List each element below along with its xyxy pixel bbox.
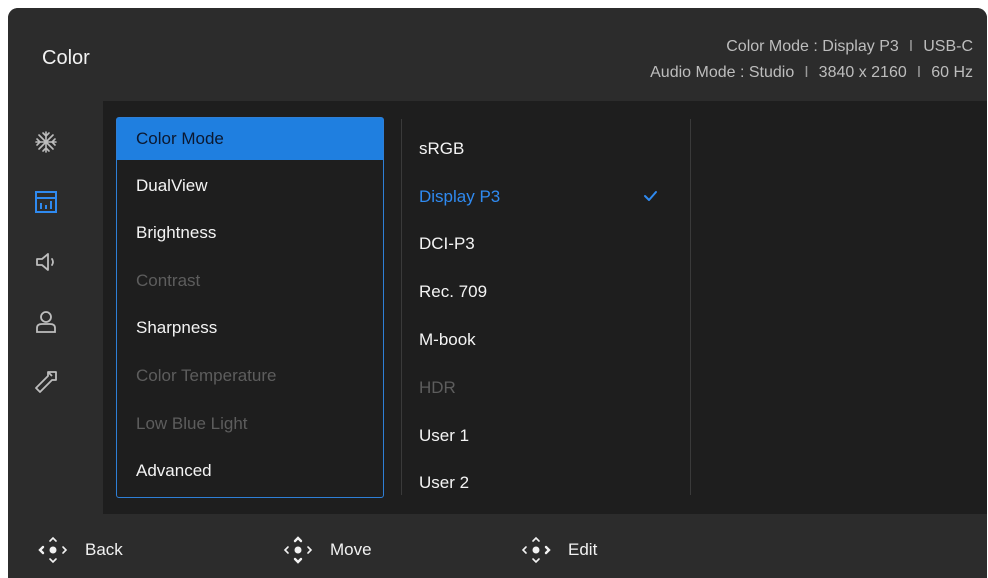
sidebar (8, 101, 103, 514)
osd-window: Color Color Mode : Display P3 I USB-C Audi… (8, 8, 987, 578)
option-label: DCI-P3 (419, 234, 475, 253)
menu-item-label: Sharpness (136, 318, 218, 337)
user-icon[interactable] (32, 308, 60, 336)
option-m-book[interactable]: M-book (419, 325, 659, 355)
option-label: sRGB (419, 139, 465, 158)
back-button[interactable]: Back (33, 534, 123, 566)
status-info: Color Mode : Display P3 I USB-C Audio Mode… (650, 34, 973, 86)
menu-item-color-mode[interactable]: Color Mode (117, 118, 383, 160)
option-hdr: HDR (419, 373, 659, 403)
option-label: HDR (419, 378, 456, 397)
footer: Back Move Edit (8, 514, 987, 578)
color-menu: Color Mode DualView Brightness Contrast … (116, 117, 384, 498)
divider (401, 119, 402, 495)
option-user-1[interactable]: User 1 (419, 421, 659, 451)
main-panel: Color Mode DualView Brightness Contrast … (103, 101, 987, 514)
menu-item-low-blue-light: Low Blue Light (117, 403, 383, 445)
separator: I (916, 64, 922, 81)
status-line-2: Audio Mode : Studio I 3840 x 2160 I 60 Hz (650, 60, 973, 86)
edit-button[interactable]: Edit (516, 534, 597, 566)
joystick-right-icon (521, 536, 551, 564)
option-rec709[interactable]: Rec. 709 (419, 277, 659, 307)
refresh-rate-status: 60 Hz (931, 64, 973, 81)
option-label: Rec. 709 (419, 282, 488, 301)
checkmark-icon (641, 187, 659, 210)
menu-item-label: Color Mode (136, 129, 224, 148)
page-title: Color (42, 47, 90, 69)
status-line-1: Color Mode : Display P3 I USB-C (650, 34, 973, 60)
menu-item-advanced[interactable]: Advanced (117, 450, 383, 492)
edit-label: Edit (568, 540, 598, 559)
menu-item-contrast: Contrast (117, 260, 383, 302)
menu-item-sharpness[interactable]: Sharpness (117, 307, 383, 349)
option-label: User 2 (419, 473, 470, 492)
option-user-2[interactable]: User 2 (419, 468, 659, 498)
joystick-left-icon (38, 536, 68, 564)
joystick-up-down-icon (283, 536, 313, 564)
menu-item-label: DualView (136, 176, 208, 195)
option-display-p3[interactable]: Display P3 (419, 182, 659, 212)
option-label: Display P3 (419, 187, 501, 206)
menu-item-label: Brightness (136, 223, 217, 242)
resolution-status: 3840 x 2160 (818, 64, 907, 81)
wrench-icon[interactable] (32, 368, 60, 396)
menu-item-brightness[interactable]: Brightness (117, 212, 383, 254)
sparkle-icon[interactable] (32, 128, 60, 156)
move-button[interactable]: Move (278, 534, 372, 566)
separator: I (804, 64, 809, 81)
menu-item-label: Color Temperature (136, 366, 277, 385)
menu-item-color-temperature: Color Temperature (117, 355, 383, 397)
option-dci-p3[interactable]: DCI-P3 (419, 229, 659, 259)
menu-item-label: Advanced (136, 461, 212, 480)
option-label: User 1 (419, 426, 470, 445)
input-status: USB-C (923, 38, 973, 55)
header: Color Color Mode : Display P3 I USB-C Audi… (8, 8, 987, 101)
menu-item-dualview[interactable]: DualView (117, 165, 383, 207)
option-srgb[interactable]: sRGB (419, 134, 659, 164)
color-mode-status: Color Mode : Display P3 (726, 38, 899, 55)
speaker-icon[interactable] (32, 248, 60, 276)
audio-mode-status: Audio Mode : Studio (650, 64, 795, 81)
separator: I (908, 38, 914, 55)
display-chart-icon[interactable] (32, 188, 60, 216)
divider (690, 119, 691, 495)
move-label: Move (330, 540, 372, 559)
menu-item-label: Low Blue Light (136, 414, 248, 433)
option-label: M-book (419, 330, 476, 349)
back-label: Back (85, 540, 123, 559)
menu-item-label: Contrast (136, 271, 201, 290)
